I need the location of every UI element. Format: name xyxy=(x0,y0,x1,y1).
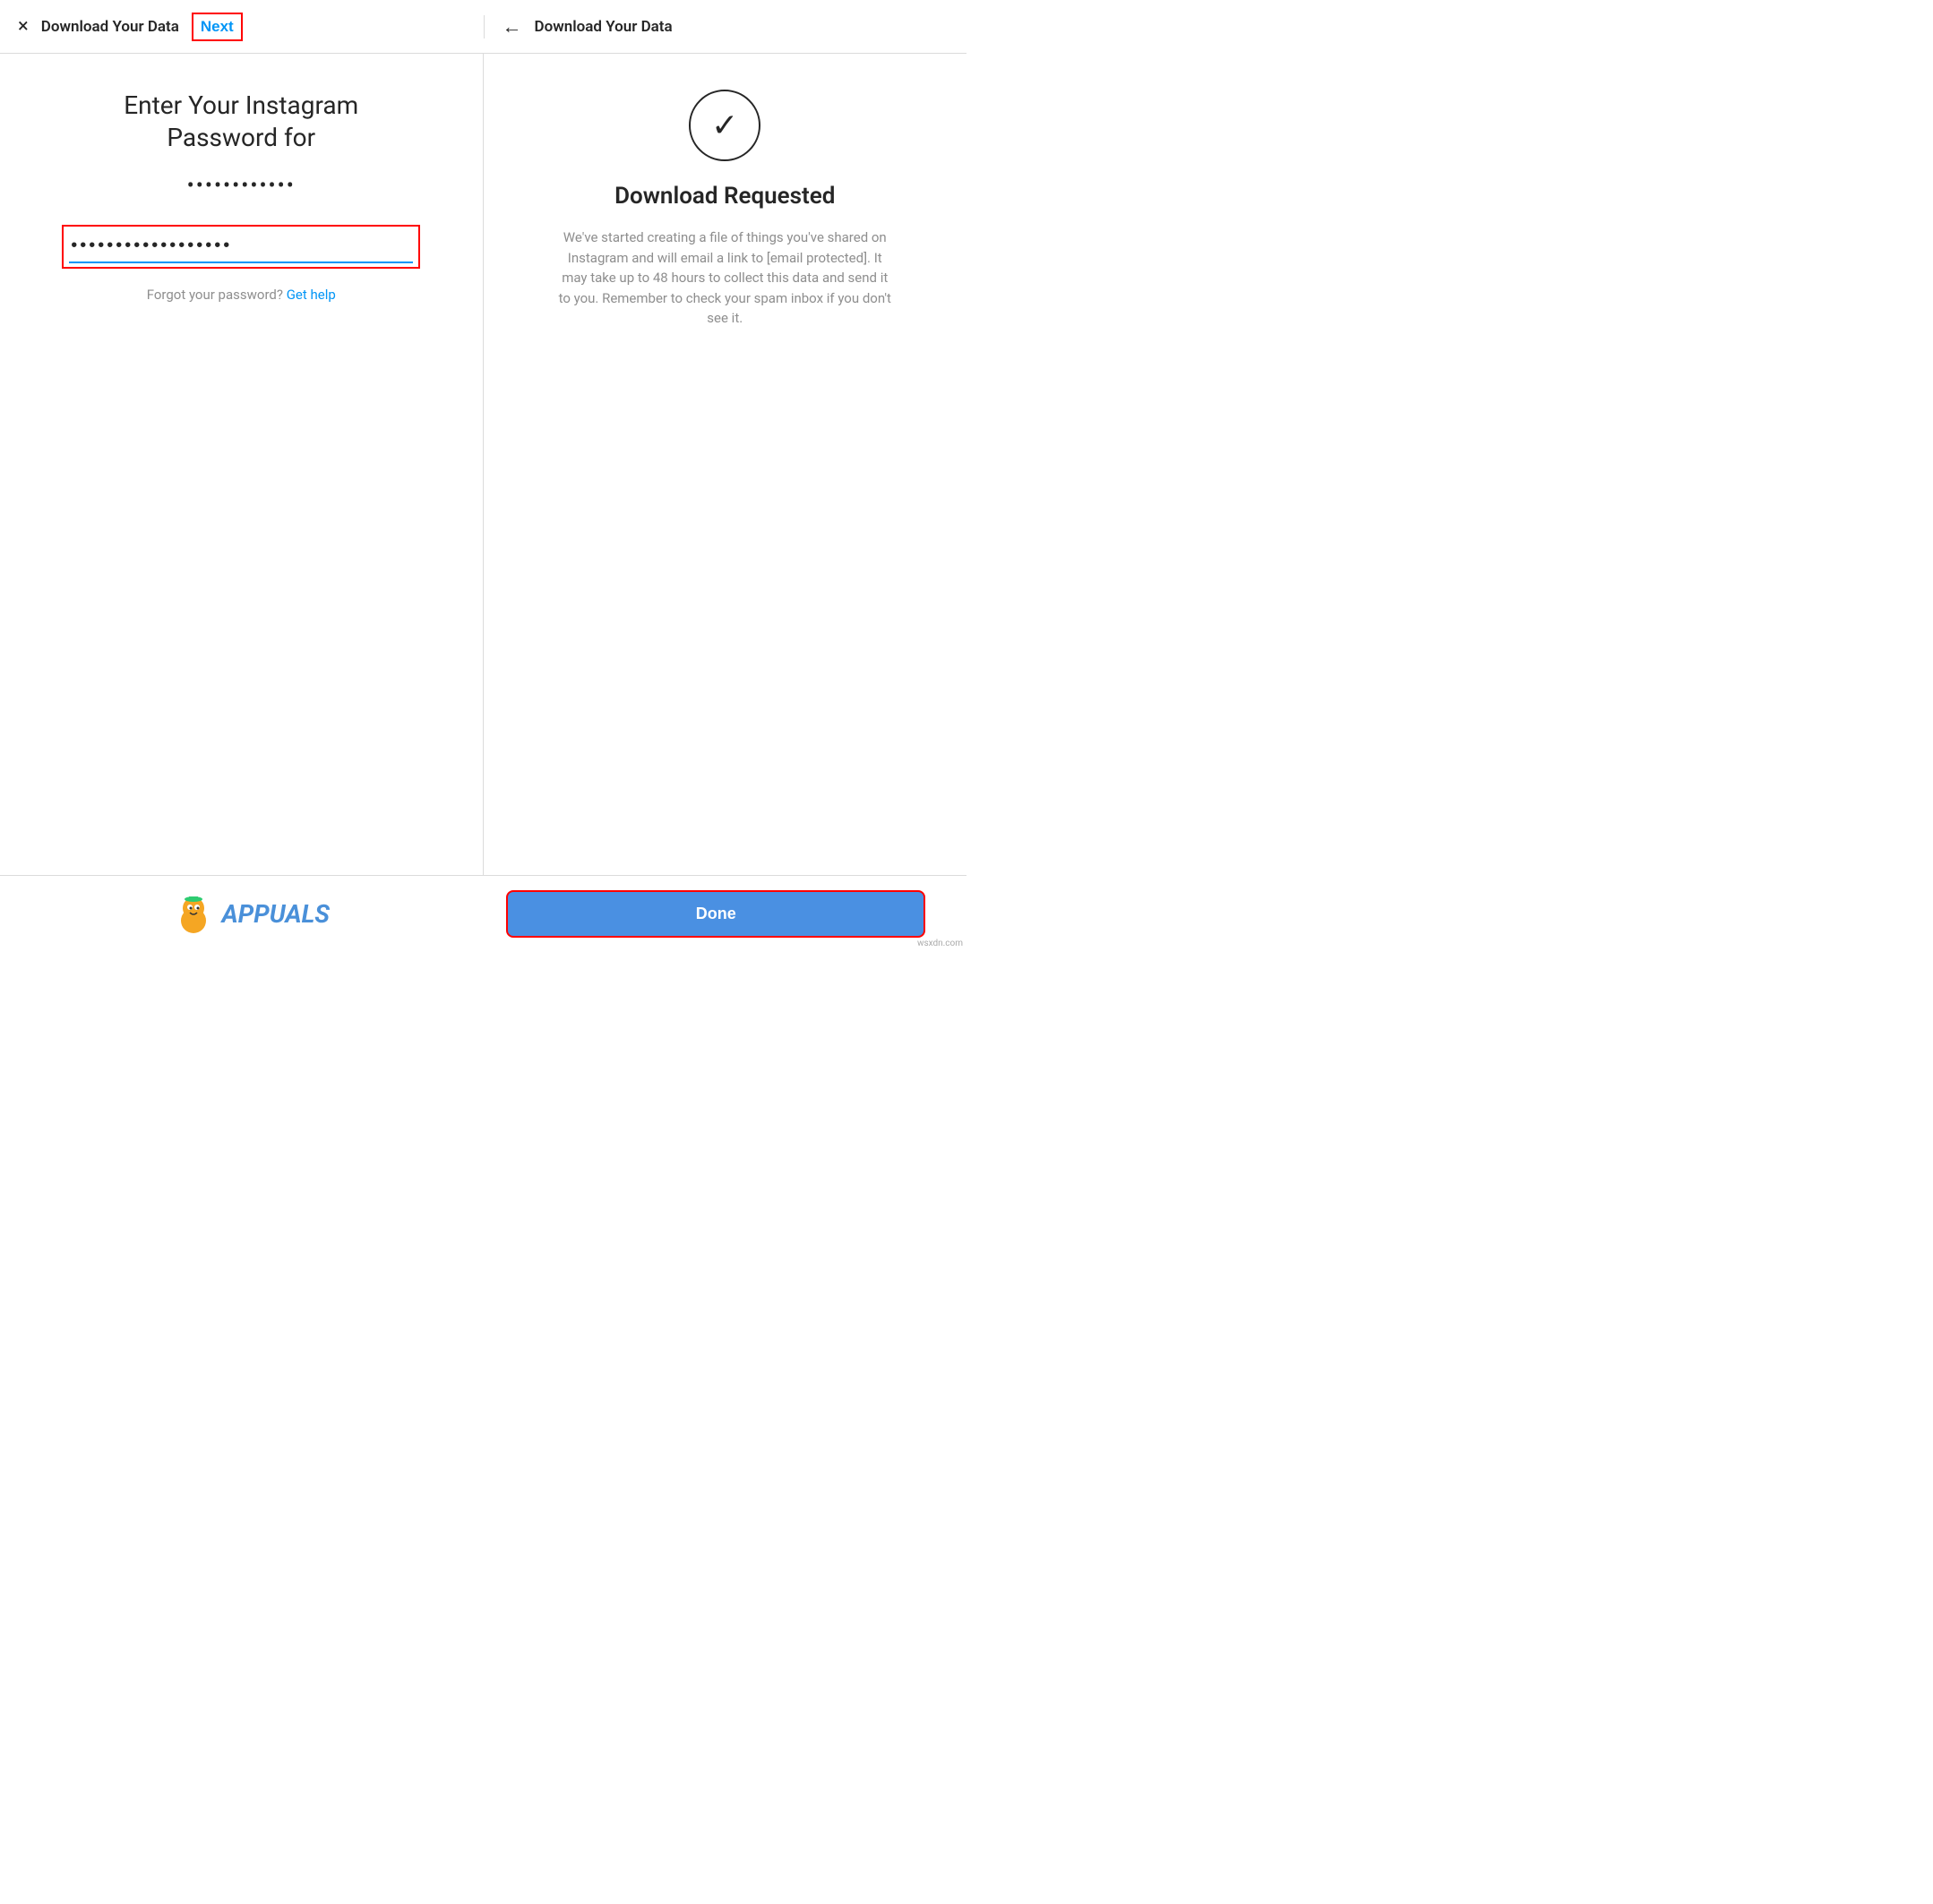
content-area: Enter Your Instagram Password for ••••••… xyxy=(0,54,966,952)
left-panel: Enter Your Instagram Password for ••••••… xyxy=(0,54,484,952)
close-icon[interactable]: × xyxy=(18,15,29,38)
forgot-password-text: Forgot your password? Get help xyxy=(147,287,336,303)
username-dots: •••••••••••• xyxy=(187,173,296,198)
header-left: × Download Your Data Next xyxy=(0,13,484,41)
bottom-bar: APPUALS Done xyxy=(0,875,966,952)
done-button[interactable]: Done xyxy=(506,890,925,938)
back-arrow-icon[interactable]: ← xyxy=(503,15,522,39)
right-panel: ✓ Download Requested We've started creat… xyxy=(484,54,967,952)
password-field-wrapper xyxy=(62,225,420,269)
password-heading: Enter Your Instagram Password for xyxy=(124,90,358,155)
logo-text: APPUALS xyxy=(221,899,330,929)
checkmark-circle: ✓ xyxy=(689,90,760,161)
logo-mascot-icon xyxy=(171,892,216,937)
appuals-logo: APPUALS xyxy=(18,892,484,937)
header-right-title: Download Your Data xyxy=(535,18,673,36)
header: × Download Your Data Next ← Download You… xyxy=(0,0,966,54)
checkmark-icon: ✓ xyxy=(711,107,738,144)
header-right: ← Download Your Data xyxy=(484,15,967,39)
download-description: We've started creating a file of things … xyxy=(554,227,895,329)
done-button-wrapper: Done xyxy=(484,890,949,938)
header-left-title: Download Your Data xyxy=(41,18,179,36)
download-requested-title: Download Requested xyxy=(614,183,835,210)
next-button[interactable]: Next xyxy=(192,13,243,41)
password-input[interactable] xyxy=(69,230,413,263)
get-help-link[interactable]: Get help xyxy=(287,287,336,303)
watermark: wsxdn.com xyxy=(917,939,963,948)
